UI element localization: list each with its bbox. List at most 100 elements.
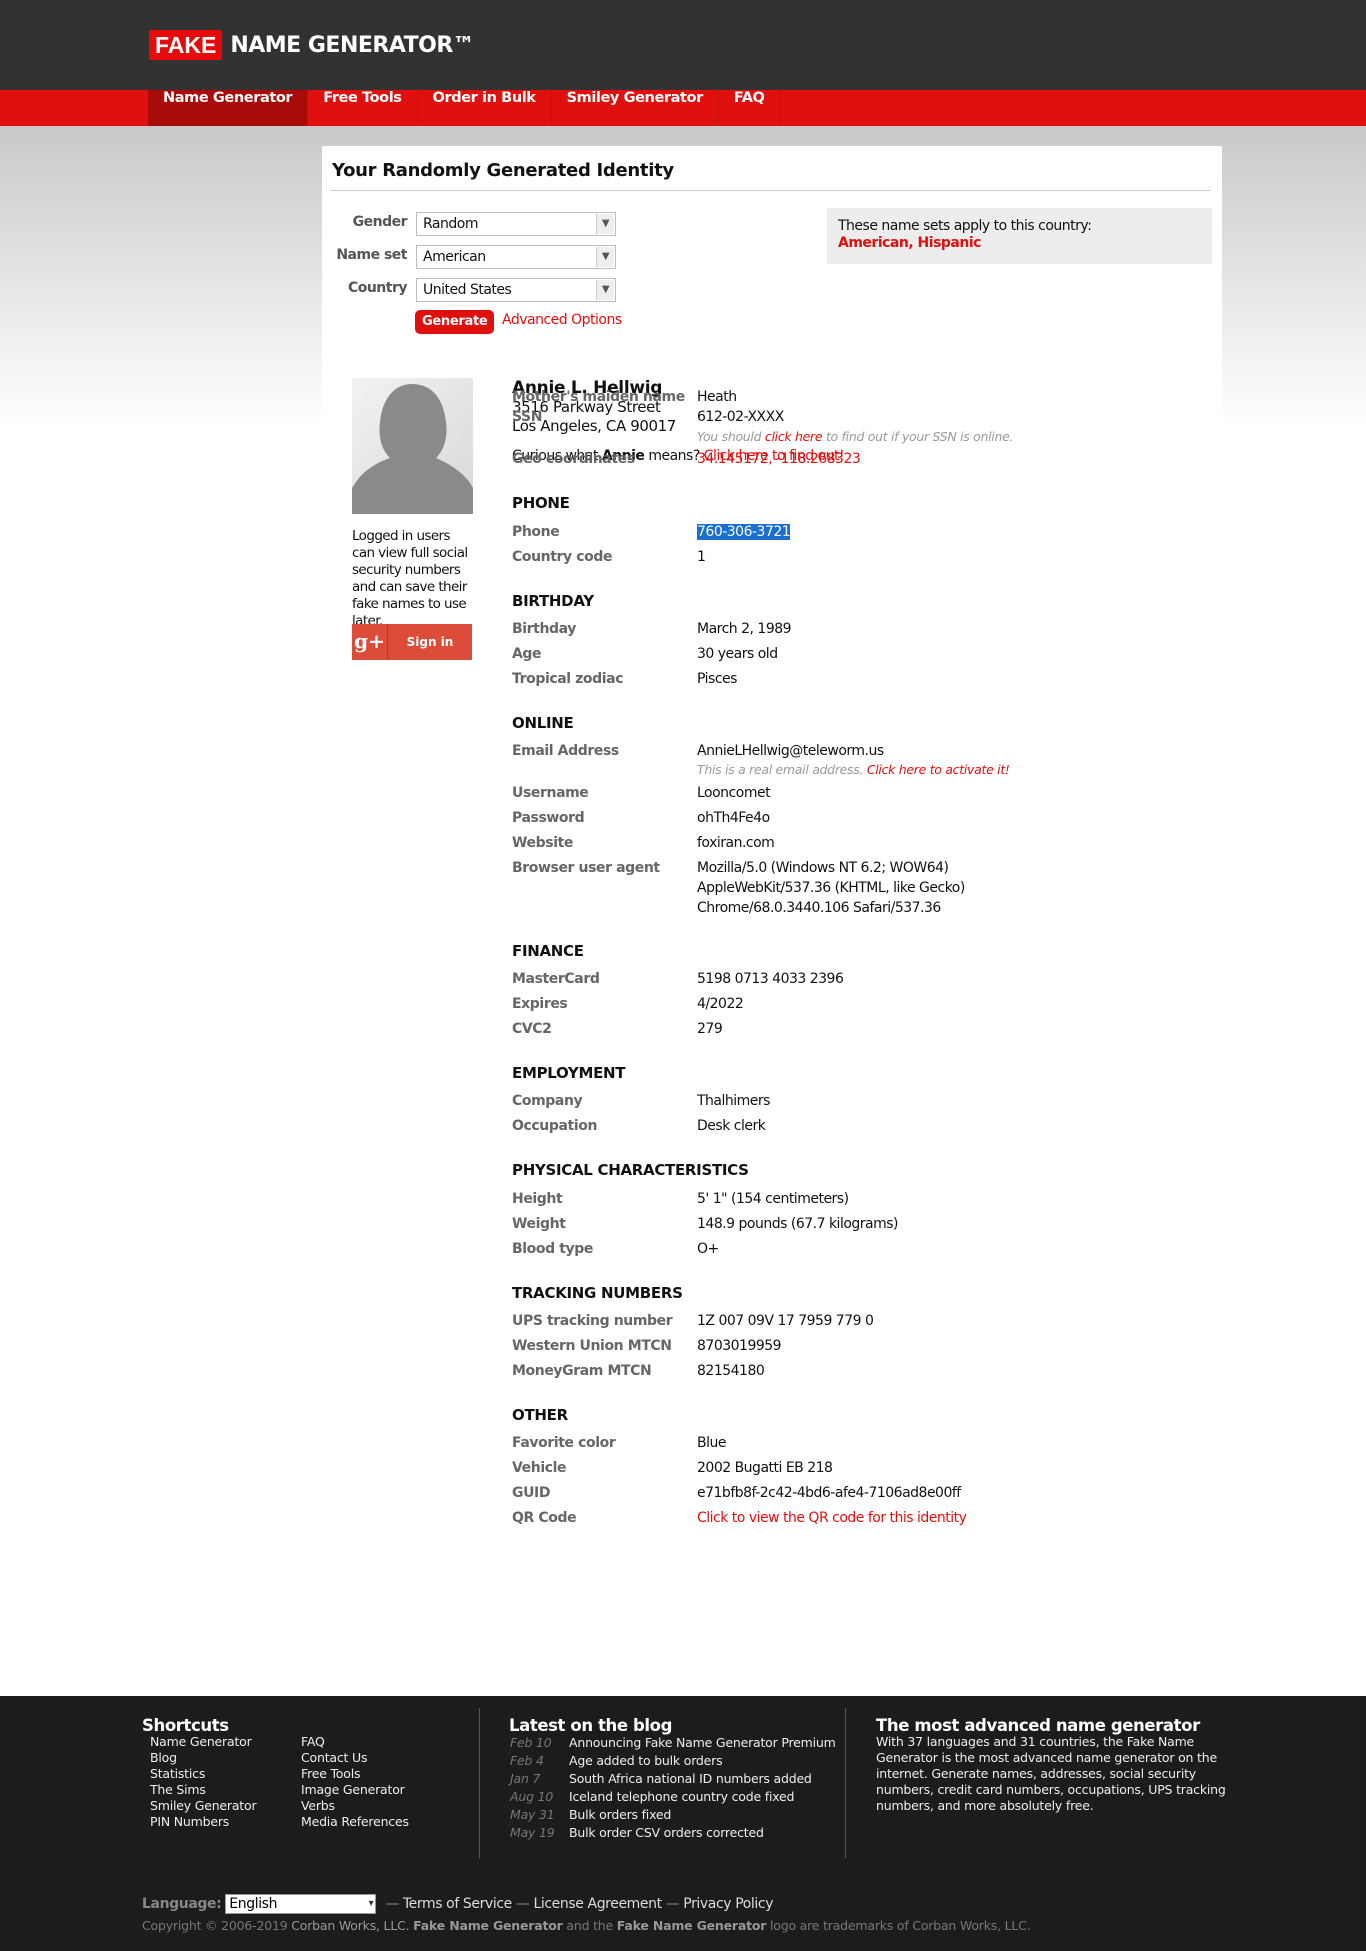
ssn-check-link[interactable]: click here bbox=[765, 429, 823, 444]
blog-item[interactable]: May 19 Bulk order CSV orders corrected bbox=[510, 1824, 850, 1842]
company-label: Company bbox=[512, 1093, 583, 1109]
nameset-label: Name set bbox=[336, 247, 407, 263]
blood-type-value: O+ bbox=[697, 1241, 719, 1257]
gender-select[interactable]: Random ▼ bbox=[416, 212, 616, 236]
password-value: ohTh4Fe4o bbox=[697, 810, 770, 826]
nameset-value: American bbox=[423, 249, 486, 265]
website-value: foxiran.com bbox=[697, 835, 775, 851]
country-select[interactable]: United States ▼ bbox=[416, 278, 616, 302]
chevron-down-icon: ▼ bbox=[596, 214, 614, 234]
zodiac-label: Tropical zodiac bbox=[512, 671, 624, 687]
moneygram-label: MoneyGram MTCN bbox=[512, 1363, 652, 1379]
footer-link-faq[interactable]: FAQ bbox=[301, 1734, 409, 1750]
footer-link-the-sims[interactable]: The Sims bbox=[150, 1782, 256, 1798]
generate-button[interactable]: Generate bbox=[416, 311, 494, 333]
nav-free-tools[interactable]: Free Tools bbox=[308, 90, 418, 126]
nameset-american-link[interactable]: American bbox=[838, 235, 909, 251]
section-online: ONLINE bbox=[512, 714, 574, 732]
nameset-hispanic-link[interactable]: Hispanic bbox=[918, 235, 982, 251]
user-agent-label: Browser user agent bbox=[512, 860, 660, 876]
site-logo[interactable]: FAKE NAME GENERATOR™ bbox=[149, 30, 475, 60]
email-note: This is a real email address. Click here… bbox=[697, 762, 1010, 777]
phone-value[interactable]: 760-306-3721 bbox=[697, 522, 791, 542]
ssn-value: 612-02-XXXX bbox=[697, 409, 784, 425]
footer-link-free-tools[interactable]: Free Tools bbox=[301, 1766, 409, 1782]
blog-item[interactable]: Feb 10 Announcing Fake Name Generator Pre… bbox=[510, 1734, 850, 1752]
blog-item[interactable]: May 31 Bulk orders fixed bbox=[510, 1806, 850, 1824]
blog-date: May 19 bbox=[510, 1825, 555, 1840]
email-activate-link[interactable]: Click here to activate it! bbox=[867, 762, 1010, 777]
footer-link-pin-numbers[interactable]: PIN Numbers bbox=[150, 1814, 256, 1830]
footer-bottom-links: Language: English ▾ — Terms of Service — … bbox=[142, 1894, 773, 1914]
geo-label: Geo coordinates bbox=[512, 451, 635, 467]
copy-part: Fake Name Generator bbox=[616, 1918, 767, 1933]
blog-item[interactable]: Jan 7 South Africa national ID numbers ad… bbox=[510, 1770, 850, 1788]
mastercard-value: 5198 0713 4033 2396 bbox=[697, 971, 844, 987]
footer-link-name-generator[interactable]: Name Generator bbox=[150, 1734, 256, 1750]
footer-link-blog[interactable]: Blog bbox=[150, 1750, 256, 1766]
blog-date: Feb 10 bbox=[510, 1735, 552, 1750]
mastercard-label: MasterCard bbox=[512, 971, 600, 987]
qr-code-link[interactable]: Click to view the QR code for this ident… bbox=[697, 1508, 967, 1528]
privacy-link[interactable]: Privacy Policy bbox=[683, 1896, 773, 1912]
country-value: United States bbox=[423, 282, 512, 298]
cvc-value: 279 bbox=[697, 1021, 723, 1037]
chevron-down-icon: ▼ bbox=[596, 280, 614, 300]
advanced-options-link[interactable]: Advanced Options bbox=[502, 312, 622, 328]
blog-date: Jan 7 bbox=[510, 1771, 541, 1786]
ssn-label: SSN bbox=[512, 409, 543, 425]
shortcuts-heading: Shortcuts bbox=[142, 1716, 229, 1736]
blog-title-text: Bulk order CSV orders corrected bbox=[569, 1825, 764, 1840]
blog-item[interactable]: Feb 4 Age added to bulk orders bbox=[510, 1752, 850, 1770]
height-label: Height bbox=[512, 1191, 563, 1207]
occupation-label: Occupation bbox=[512, 1118, 598, 1134]
google-signin-button[interactable]: g+ Sign in bbox=[352, 624, 472, 660]
shortcuts-col-2: FAQ Contact Us Free Tools Image Generato… bbox=[301, 1734, 409, 1830]
blog-title-text: Announcing Fake Name Generator Premium bbox=[569, 1735, 836, 1750]
website-label: Website bbox=[512, 835, 573, 851]
password-label: Password bbox=[512, 810, 585, 826]
page-title: Your Randomly Generated Identity bbox=[332, 160, 674, 181]
terms-link[interactable]: Terms of Service bbox=[403, 1896, 512, 1912]
site-header: FAKE NAME GENERATOR™ bbox=[0, 0, 1366, 90]
language-select[interactable]: English ▾ bbox=[225, 1894, 377, 1914]
avatar bbox=[352, 378, 473, 514]
shortcuts-col-1: Name Generator Blog Statistics The Sims … bbox=[150, 1734, 257, 1830]
email-label: Email Address bbox=[512, 743, 619, 759]
expires-value: 4/2022 bbox=[697, 996, 744, 1012]
section-employment: EMPLOYMENT bbox=[512, 1064, 626, 1082]
geo-link[interactable]: 34.145172, -118.268323 bbox=[697, 449, 861, 469]
license-link[interactable]: License Agreement bbox=[533, 1896, 662, 1912]
nameset-select[interactable]: American ▼ bbox=[416, 245, 616, 269]
advanced-heading: The most advanced name generator bbox=[876, 1716, 1200, 1736]
moneygram-value: 82154180 bbox=[697, 1363, 765, 1379]
language-value: English bbox=[229, 1896, 278, 1912]
blog-title-text: Iceland telephone country code fixed bbox=[569, 1789, 795, 1804]
ssn-note-post: to find out if your SSN is online. bbox=[822, 429, 1014, 444]
name-sets-box: These name sets apply to this country: A… bbox=[827, 208, 1212, 264]
gender-label: Gender bbox=[352, 214, 408, 230]
footer-link-contact-us[interactable]: Contact Us bbox=[301, 1750, 409, 1766]
birthday-label: Birthday bbox=[512, 621, 576, 637]
phone-number-selected: 760-306-3721 bbox=[697, 524, 791, 540]
user-agent-line-2: AppleWebKit/537.36 (KHTML, like Gecko) bbox=[697, 880, 965, 896]
copy-part: Corban Works, LLC. bbox=[291, 1918, 410, 1933]
section-tracking: TRACKING NUMBERS bbox=[512, 1284, 683, 1302]
blog-title-text: Bulk orders fixed bbox=[569, 1807, 672, 1822]
footer-link-statistics[interactable]: Statistics bbox=[150, 1766, 256, 1782]
dash-separator: — bbox=[385, 1896, 399, 1912]
footer-link-verbs[interactable]: Verbs bbox=[301, 1798, 409, 1814]
western-union-value: 8703019959 bbox=[697, 1338, 782, 1354]
footer-link-image-generator[interactable]: Image Generator bbox=[301, 1782, 409, 1798]
nav-order-in-bulk[interactable]: Order in Bulk bbox=[418, 90, 552, 126]
nav-smiley-generator[interactable]: Smiley Generator bbox=[552, 90, 719, 126]
footer-link-media-references[interactable]: Media References bbox=[301, 1814, 409, 1830]
blog-item[interactable]: Aug 10 Iceland telephone country code fix… bbox=[510, 1788, 850, 1806]
footer-link-smiley-generator[interactable]: Smiley Generator bbox=[150, 1798, 257, 1814]
nav-name-generator[interactable]: Name Generator bbox=[148, 90, 309, 126]
nav-faq[interactable]: FAQ bbox=[719, 90, 781, 126]
copy-part: Copyright © 2006-2019 bbox=[142, 1918, 292, 1933]
copyright: Copyright © 2006-2019 Corban Works, LLC.… bbox=[142, 1918, 1031, 1933]
age-value: 30 years old bbox=[697, 646, 778, 662]
blog-title-text: South Africa national ID numbers added bbox=[569, 1771, 812, 1786]
